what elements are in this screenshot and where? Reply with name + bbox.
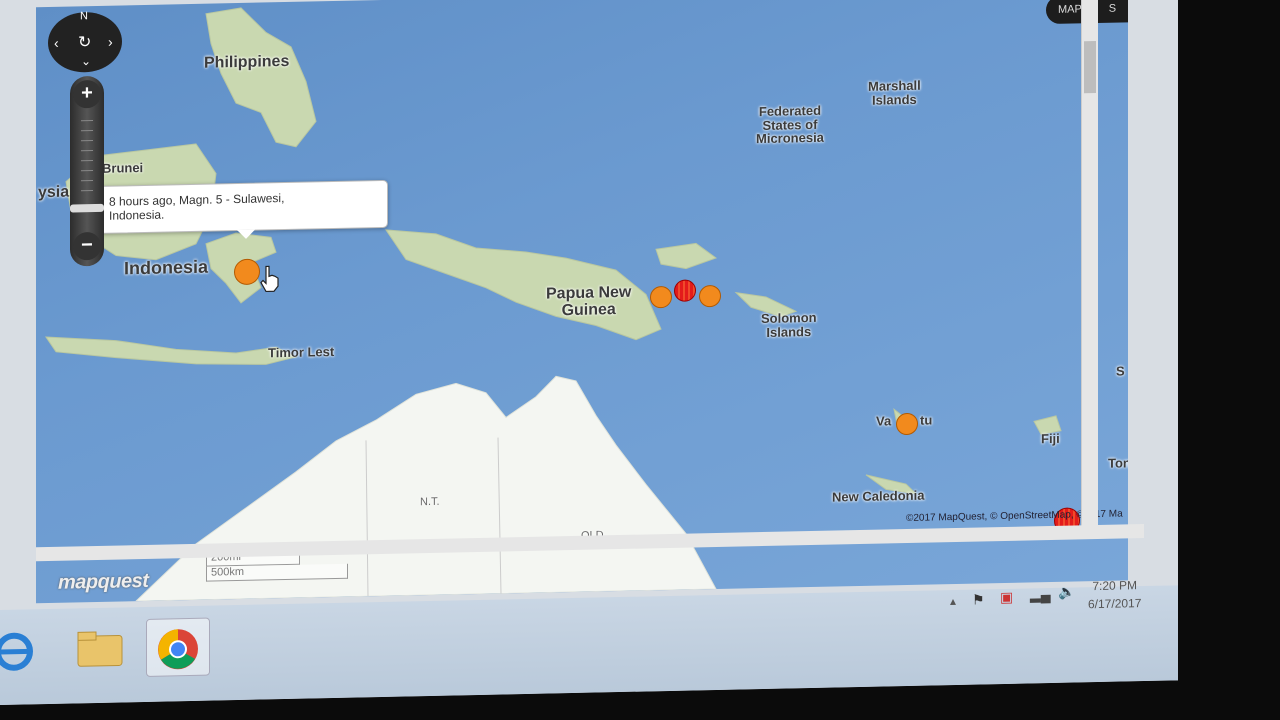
clock-time: 7:20 PM — [1092, 578, 1138, 594]
label-malaysia: ysia — [38, 183, 70, 202]
label-micronesia-3: Micronesia — [756, 130, 824, 147]
zoom-tick — [81, 150, 93, 152]
clock-date: 6/17/2017 — [1088, 596, 1142, 612]
file-explorer-icon[interactable] — [68, 619, 130, 676]
label-fiji: Fiji — [1041, 430, 1060, 447]
label-solomon-islands: Solomon Islands — [761, 310, 817, 340]
label-png-line2: Guinea — [561, 300, 616, 320]
label-tonga: Tonga — [1108, 454, 1128, 471]
label-solomon-2: Islands — [766, 323, 812, 340]
zoom-tick — [81, 170, 93, 172]
scrollbar-thumb[interactable] — [1084, 41, 1096, 94]
label-new-caledonia: New Caledonia — [832, 487, 925, 505]
zoom-tick — [81, 160, 93, 162]
scale-km: 500km — [206, 563, 348, 582]
zoom-slider-handle[interactable] — [70, 203, 104, 213]
network-icon[interactable]: ▂▄ — [1030, 586, 1051, 603]
zoom-tick — [81, 180, 93, 182]
maptype-map-label[interactable]: MAP — [1058, 3, 1082, 15]
vertical-scrollbar[interactable] — [1081, 0, 1098, 534]
map-viewport[interactable]: Philippines Brunei ysia Indonesia Timor … — [36, 0, 1128, 604]
internet-explorer-icon[interactable] — [0, 621, 52, 678]
volume-icon[interactable]: 🔈 — [1058, 583, 1075, 600]
flag-icon[interactable]: ⚑ — [972, 591, 985, 608]
pan-left-icon[interactable]: ‹ — [54, 35, 59, 51]
label-png-line1: Papua New — [546, 283, 632, 303]
taskbar-clock[interactable]: 7:20 PM 6/17/2017 — [1088, 576, 1141, 613]
label-philippines: Philippines — [204, 52, 290, 72]
compass-north-label: N — [80, 10, 88, 23]
quake-info-popup: 8 hours ago, Magn. 5 - Sulawesi, Indones… — [96, 179, 388, 234]
zoom-tick — [81, 120, 93, 122]
zoom-tick — [81, 190, 93, 192]
zoom-tick — [81, 140, 93, 142]
zoom-control[interactable]: + − — [70, 75, 104, 267]
label-papua-new-guinea: Papua New Guinea — [546, 283, 632, 320]
zoom-tick — [81, 130, 93, 132]
windows-taskbar: ▴ ⚑ ▣ ▂▄ 🔈 7:20 PM 6/17/2017 — [0, 578, 1178, 705]
maptype-sat-label[interactable]: S — [1109, 3, 1116, 15]
label-timor-leste: Timor Lest — [268, 343, 335, 361]
chrome-icon[interactable] — [146, 617, 210, 677]
mapquest-logo: mapquest — [58, 569, 149, 594]
pan-down-icon[interactable]: ⌄ — [81, 54, 91, 68]
label-indonesia: Indonesia — [124, 256, 209, 279]
rotate-icon[interactable]: ↻ — [78, 32, 91, 52]
label-nt: N.T. — [420, 495, 440, 509]
security-icon[interactable]: ▣ — [1000, 589, 1013, 606]
label-marshall-2: Islands — [871, 91, 917, 108]
label-vanuatu-b: tu — [920, 412, 933, 428]
label-edge-s: S — [1116, 363, 1125, 379]
zoom-in-button[interactable]: + — [73, 79, 101, 109]
label-marshall-islands: Marshall Islands — [868, 78, 921, 108]
label-brunei: Brunei — [102, 160, 144, 176]
hand-cursor-icon — [260, 265, 279, 293]
tray-expand-icon[interactable]: ▴ — [950, 594, 956, 608]
pan-right-icon[interactable]: › — [108, 34, 113, 50]
monitor-screen: Philippines Brunei ysia Indonesia Timor … — [0, 0, 1178, 706]
label-micronesia: Federated States of Micronesia — [756, 103, 824, 147]
zoom-out-button[interactable]: − — [73, 231, 101, 261]
label-vanuatu-a: Va — [876, 413, 892, 429]
